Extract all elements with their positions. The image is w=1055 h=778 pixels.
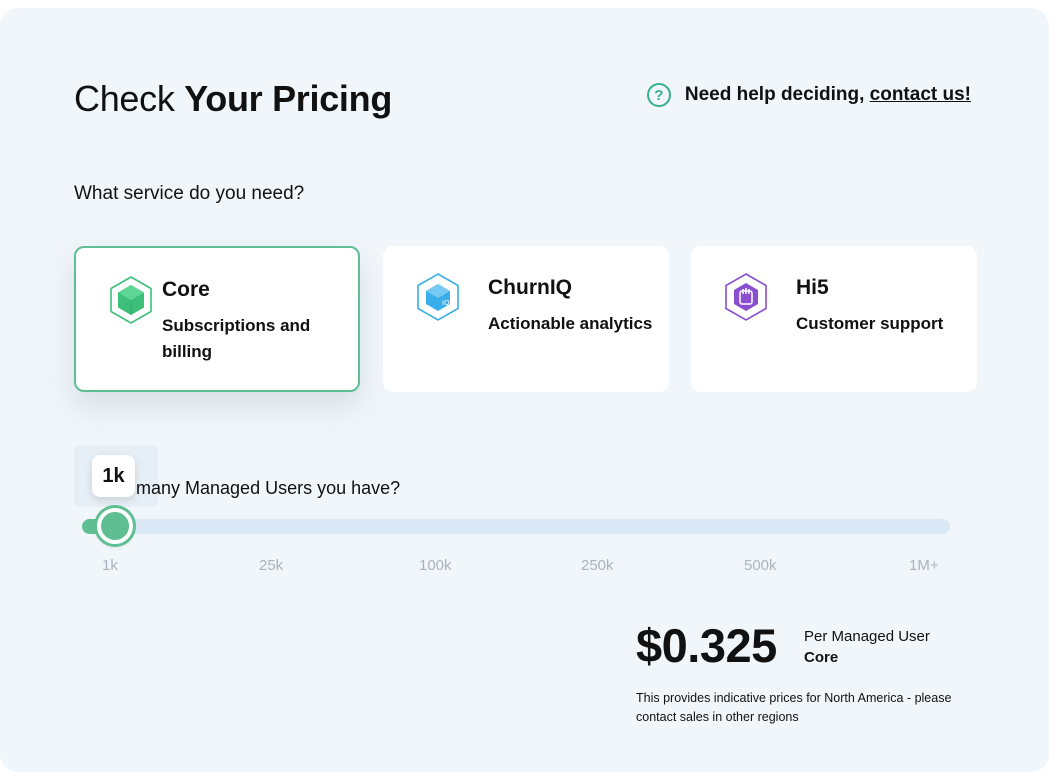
pricing-note: This provides indicative prices for Nort… [636, 691, 952, 724]
service-card-core[interactable]: Core Subscriptions and billing [74, 246, 360, 392]
users-question: many Managed Users you have? [136, 478, 401, 498]
slider-tick[interactable]: 500k [744, 557, 777, 574]
page-title: Check Your Pricing [74, 78, 392, 120]
service-description: Subscriptions and billing [162, 316, 311, 361]
hi5-hexagon-icon [725, 273, 767, 321]
svg-text:iQ: iQ [442, 299, 450, 307]
users-slider-track[interactable] [82, 519, 950, 534]
service-description: Actionable analytics [488, 314, 653, 333]
price-plan: Core [804, 649, 839, 666]
price-value: $0.325 [636, 619, 777, 672]
service-description: Customer support [796, 314, 944, 333]
pricing-panel: Check Your Pricing ? Need help deciding,… [0, 8, 1049, 772]
service-question: What service do you need? [74, 183, 305, 204]
slider-ticks: 1k 25k 100k 250k 500k 1M+ [82, 557, 950, 577]
contact-us-link[interactable]: contact us! [870, 84, 971, 105]
help-banner: ? Need help deciding, contact us! [646, 81, 971, 109]
service-name: ChurnIQ [488, 276, 572, 299]
core-hexagon-icon [110, 276, 152, 324]
slider-tick[interactable]: 100k [419, 557, 452, 574]
slider-tick[interactable]: 25k [259, 557, 283, 574]
title-bold: Your Pricing [184, 78, 393, 119]
churniq-hexagon-icon: iQ [417, 273, 459, 321]
service-card-hi5[interactable]: Hi5 Customer support [691, 246, 977, 392]
slider-tick[interactable]: 1k [102, 557, 118, 574]
service-name: Hi5 [796, 276, 829, 299]
price-unit: Per Managed User [804, 628, 930, 645]
slider-tick[interactable]: 250k [581, 557, 614, 574]
users-slider-thumb[interactable] [97, 508, 133, 544]
service-name: Core [162, 278, 210, 301]
help-text: Need help deciding, contact us! [684, 84, 971, 105]
question-circle-icon: ? [646, 83, 671, 107]
slider-value-tooltip: 1k [92, 455, 135, 497]
service-card-churniq[interactable]: iQ ChurnIQ Actionable analytics [383, 246, 669, 392]
service-options: Core Subscriptions and billing iQ ChurnI… [74, 246, 977, 392]
slider-tick[interactable]: 1M+ [909, 557, 939, 574]
title-prefix: Check [74, 78, 175, 119]
